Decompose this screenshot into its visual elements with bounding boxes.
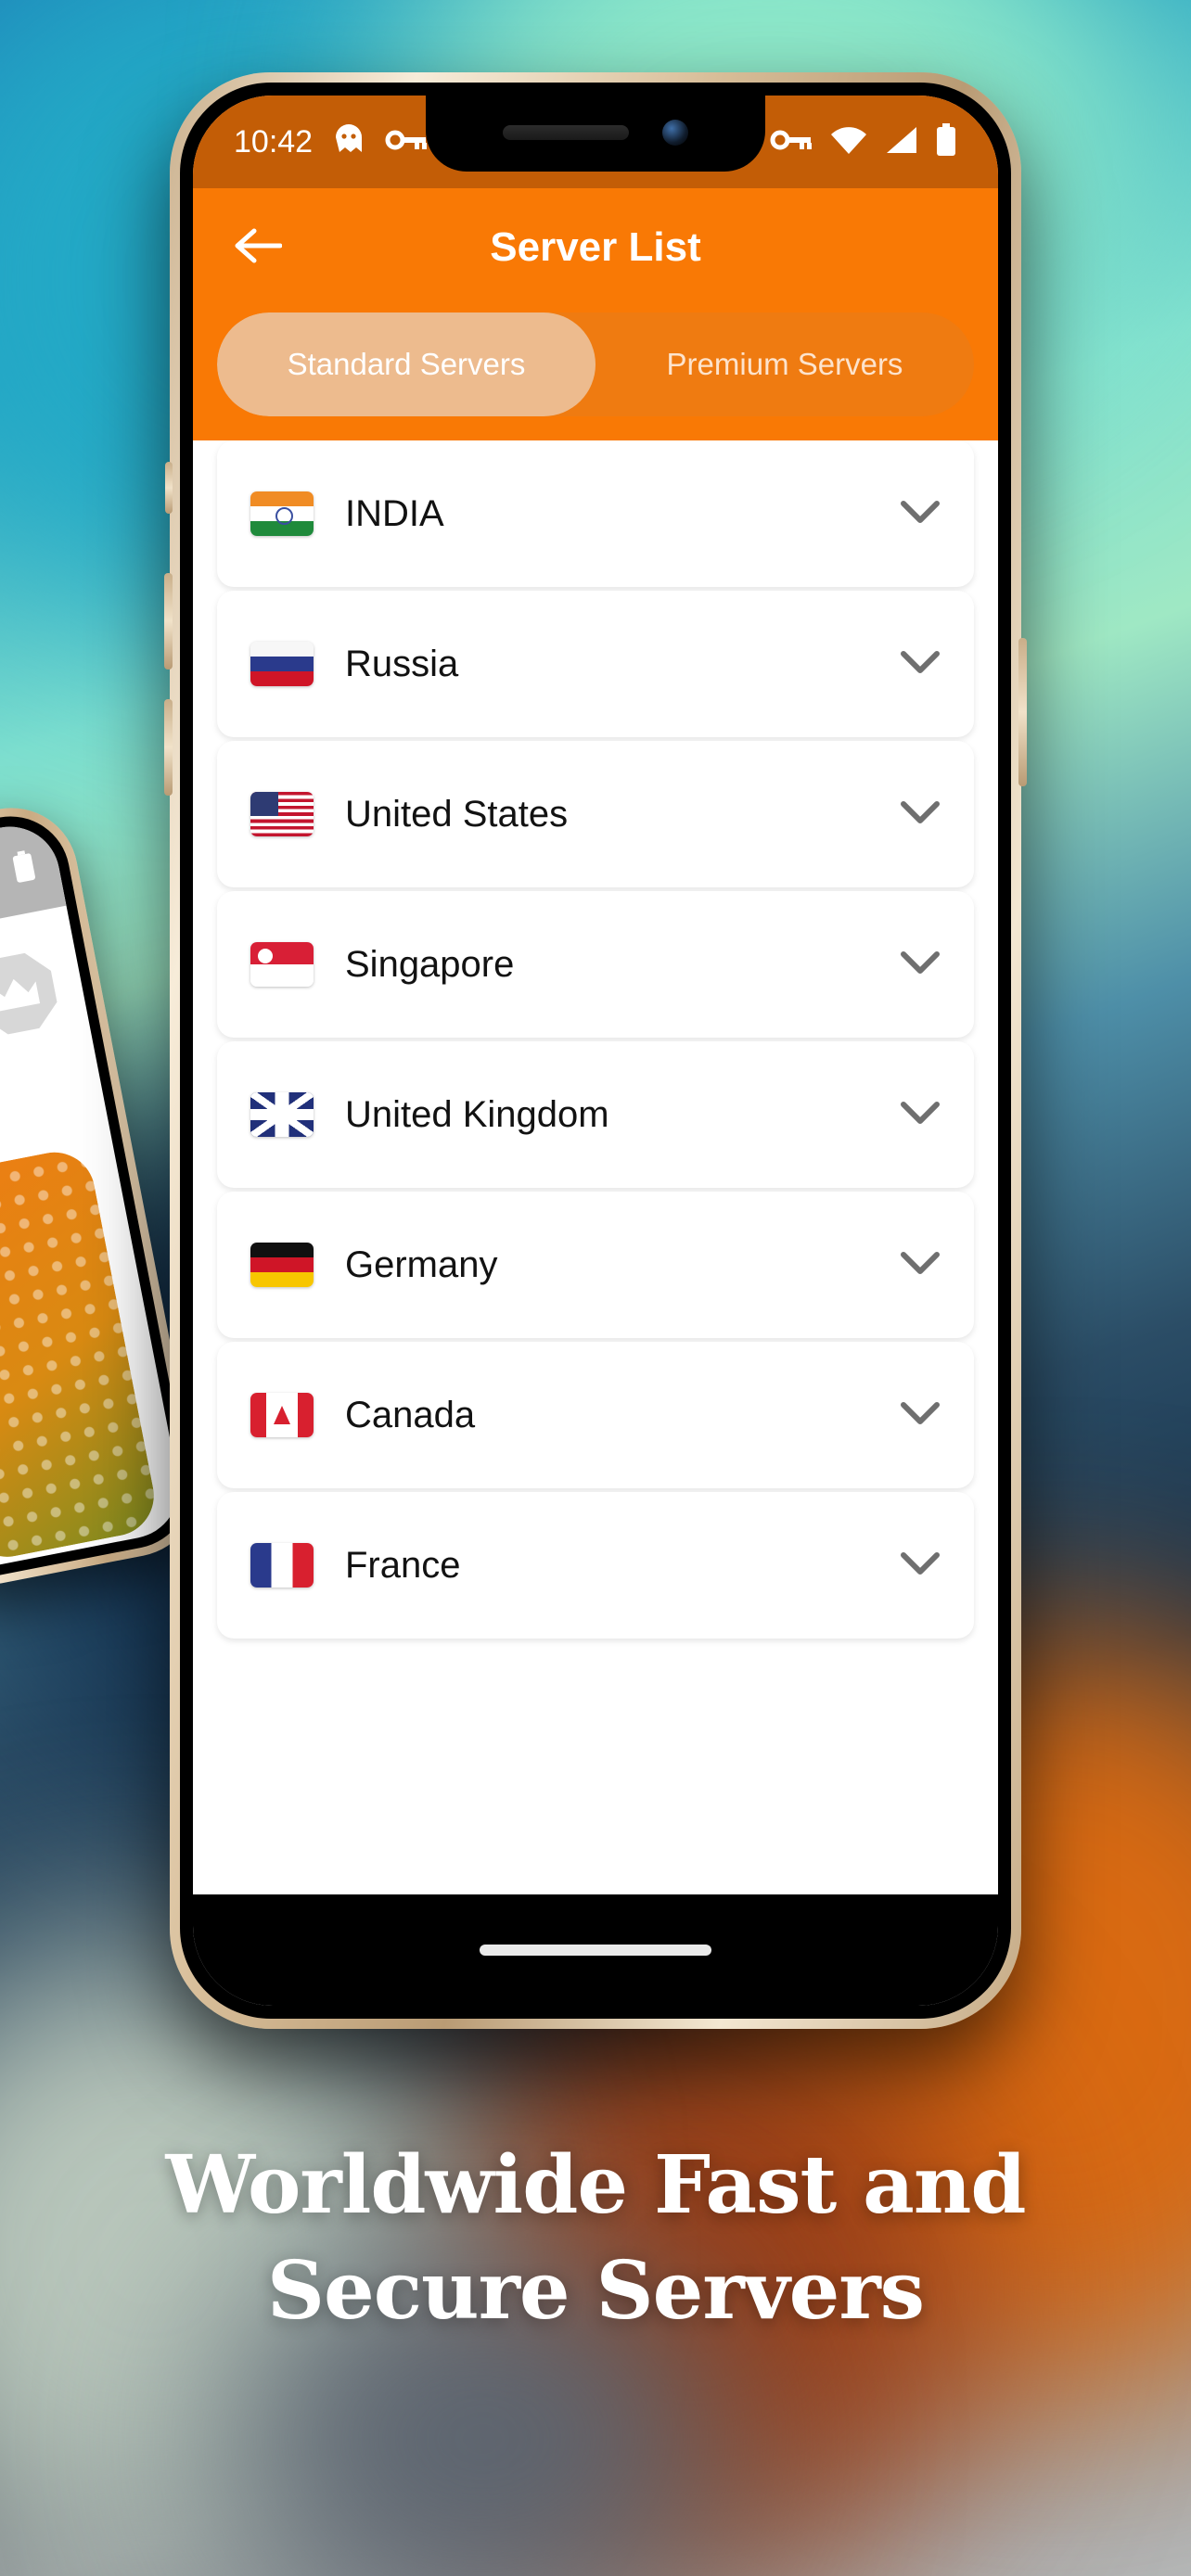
promo-headline: Worldwide Fast and Secure Servers <box>0 2133 1191 2343</box>
battery-icon <box>11 848 38 887</box>
server-name: Canada <box>345 1394 476 1435</box>
flag-canada-icon <box>250 1393 314 1437</box>
battery-icon <box>935 122 957 161</box>
server-name: Singapore <box>345 943 515 985</box>
tab-premium-servers[interactable]: Premium Servers <box>596 312 974 416</box>
chevron-down-icon[interactable] <box>900 1100 941 1130</box>
headline-line-2: Secure Servers <box>266 2243 925 2338</box>
header-spacer <box>193 416 998 440</box>
volume-up-button[interactable] <box>164 573 173 670</box>
flag-united-states-icon <box>250 792 314 836</box>
volume-down-button[interactable] <box>164 699 173 796</box>
server-row[interactable]: United Kingdom <box>217 1041 974 1188</box>
signal-icon <box>885 125 918 159</box>
status-time: 10:42 <box>234 123 314 159</box>
chevron-down-icon[interactable] <box>900 1550 941 1581</box>
server-row[interactable]: United States <box>217 741 974 887</box>
server-row[interactable]: Canada <box>217 1342 974 1488</box>
mute-switch-button[interactable] <box>165 462 173 514</box>
wifi-icon <box>829 125 868 159</box>
power-button[interactable] <box>1018 638 1027 786</box>
home-indicator-area <box>193 1894 998 2006</box>
server-row[interactable]: Russia <box>217 591 974 737</box>
server-list[interactable]: INDIA Russia United States Singapore United … <box>193 440 998 1894</box>
navigation-bar: Server List <box>193 188 998 307</box>
server-name: INDIA <box>345 492 444 534</box>
status-bar-right <box>770 122 957 161</box>
back-button[interactable] <box>234 227 283 269</box>
secondary-top-row: i <box>0 947 63 1061</box>
server-row[interactable]: INDIA <box>217 440 974 587</box>
phone-screen: 10:42 Server List Standard Servers Premi… <box>193 96 998 2006</box>
vpn-key-icon <box>770 128 813 157</box>
server-type-tabs: Standard Servers Premium Servers <box>217 312 974 416</box>
server-name: Germany <box>345 1243 498 1285</box>
tab-standard-servers[interactable]: Standard Servers <box>217 312 596 416</box>
server-row[interactable]: Germany <box>217 1192 974 1338</box>
crown-icon <box>0 947 63 1040</box>
front-camera <box>662 120 688 146</box>
status-bar: 10:42 <box>193 96 998 188</box>
device-notch <box>426 96 765 172</box>
flag-france-icon <box>250 1543 314 1588</box>
chevron-down-icon[interactable] <box>900 1250 941 1281</box>
server-name: Russia <box>345 643 459 684</box>
chevron-down-icon[interactable] <box>900 799 941 830</box>
earpiece-speaker <box>503 125 629 140</box>
chevron-down-icon[interactable] <box>900 499 941 529</box>
flag-india-icon <box>250 491 314 536</box>
app-header: 10:42 Server List Standard Servers Premi… <box>193 96 998 440</box>
ghost-app-icon <box>333 122 365 162</box>
flag-united-kingdom-icon <box>250 1092 314 1137</box>
chevron-down-icon[interactable] <box>900 1400 941 1431</box>
server-name: United Kingdom <box>345 1093 609 1135</box>
flag-singapore-icon <box>250 942 314 987</box>
flag-russia-icon <box>250 642 314 686</box>
server-row[interactable]: France <box>217 1492 974 1639</box>
phone-bezel: 10:42 Server List Standard Servers Premi… <box>180 83 1011 2019</box>
chevron-down-icon[interactable] <box>900 649 941 680</box>
vpn-key-icon <box>385 124 428 160</box>
server-name: France <box>345 1544 461 1586</box>
status-bar-left: 10:42 <box>234 122 428 162</box>
server-row[interactable]: Singapore <box>217 891 974 1038</box>
secondary-connect-card <box>0 1145 161 1564</box>
flag-germany-icon <box>250 1243 314 1287</box>
primary-phone-mockup: 10:42 Server List Standard Servers Premi… <box>164 72 1027 2029</box>
headline-line-1: Worldwide Fast and <box>165 2138 1026 2232</box>
page-title: Server List <box>490 224 701 270</box>
phone-frame: 10:42 Server List Standard Servers Premi… <box>164 72 1027 2029</box>
signal-icon <box>0 858 3 896</box>
home-indicator[interactable] <box>480 1945 711 1956</box>
chevron-down-icon[interactable] <box>900 950 941 980</box>
server-name: United States <box>345 793 569 835</box>
